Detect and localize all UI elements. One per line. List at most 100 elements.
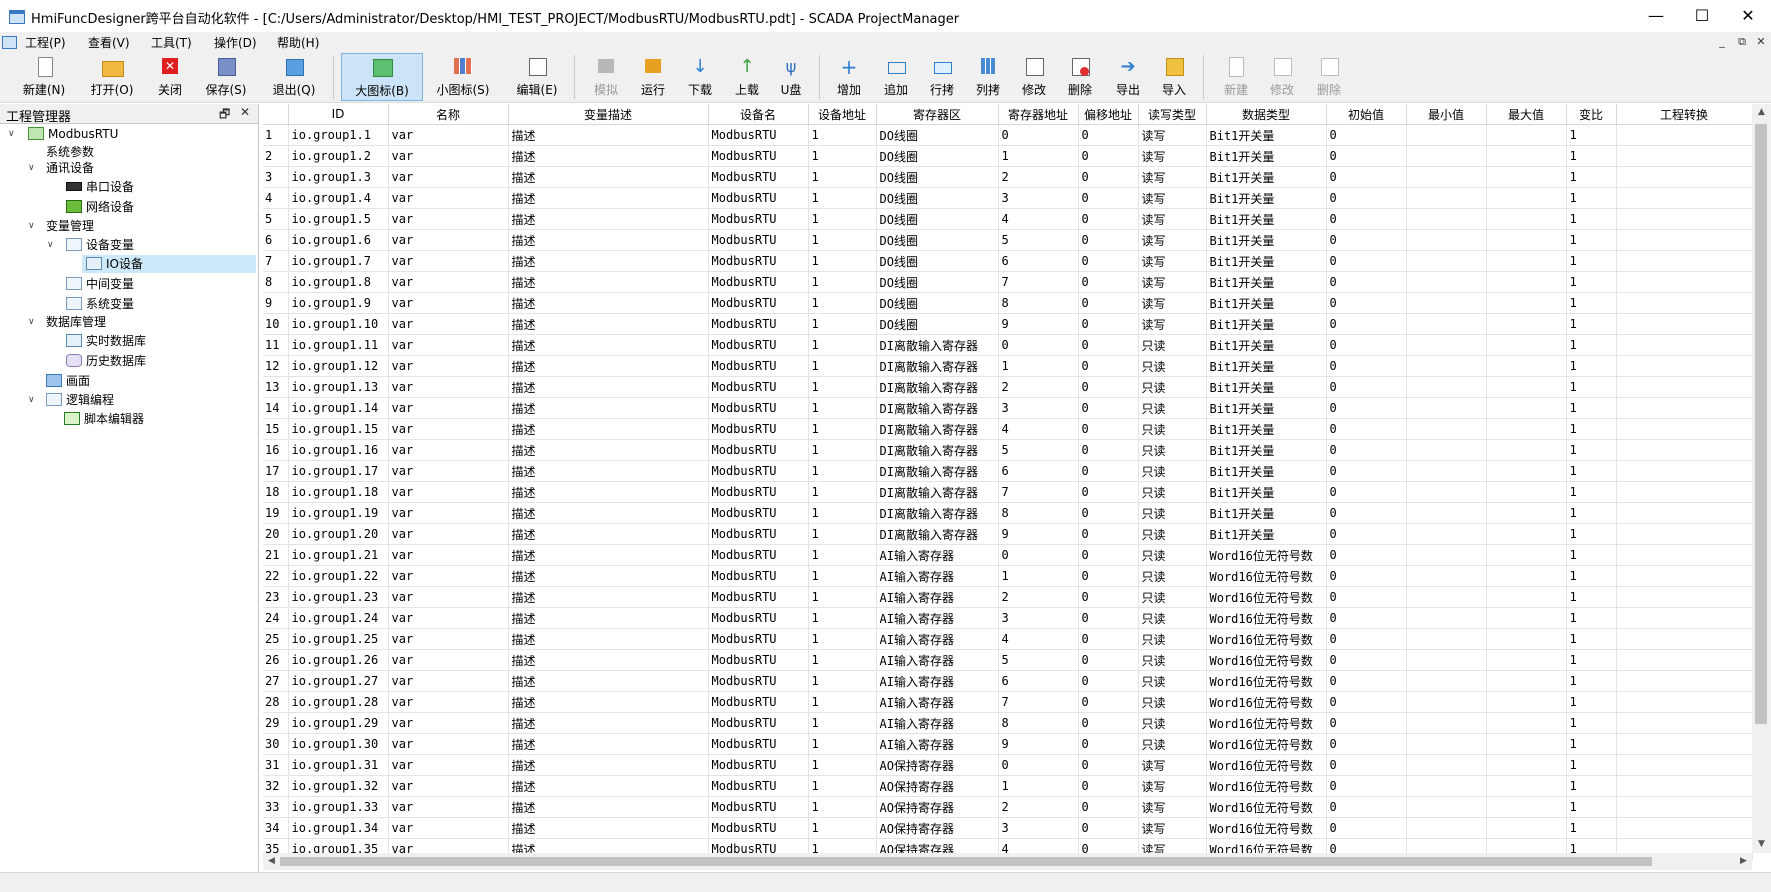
table-cell[interactable]: 0 bbox=[1078, 334, 1139, 356]
table-cell[interactable]: io.group1.12 bbox=[288, 355, 389, 377]
table-cell[interactable] bbox=[1406, 691, 1487, 713]
column-header[interactable]: 偏移地址 bbox=[1078, 104, 1139, 125]
table-cell[interactable]: 1 bbox=[808, 691, 877, 713]
table-cell[interactable]: 0 bbox=[1078, 187, 1139, 209]
table-cell[interactable] bbox=[1486, 145, 1567, 167]
table-cell[interactable]: ModbusRTU bbox=[708, 628, 809, 650]
expand-twisty-icon[interactable]: ∨ bbox=[28, 217, 35, 235]
table-cell[interactable]: Bit1开关量 bbox=[1206, 187, 1327, 209]
table-cell[interactable] bbox=[1486, 670, 1567, 692]
table-cell[interactable]: Bit1开关量 bbox=[1206, 439, 1327, 461]
table-cell[interactable]: 0 bbox=[1078, 733, 1139, 755]
table-cell[interactable] bbox=[1406, 586, 1487, 608]
table-cell[interactable]: 1 bbox=[808, 565, 877, 587]
table-cell[interactable] bbox=[1486, 586, 1567, 608]
table-cell[interactable] bbox=[1406, 565, 1487, 587]
table-cell[interactable]: 1 bbox=[998, 145, 1079, 167]
table-cell[interactable]: io.group1.32 bbox=[288, 775, 389, 797]
simulate-button[interactable]: 模拟 bbox=[584, 53, 628, 101]
table-cell[interactable]: 1 bbox=[1566, 670, 1617, 692]
table-cell[interactable]: 描述 bbox=[508, 271, 709, 293]
table-cell[interactable]: 0 bbox=[1326, 292, 1407, 314]
table-row[interactable]: 33 io.group1.33 var 描述 ModbusRTU 1 AO保持寄存器 2 0 读写… bbox=[263, 796, 1753, 818]
table-cell[interactable] bbox=[1616, 691, 1753, 713]
table-cell[interactable]: io.group1.11 bbox=[288, 334, 389, 356]
table-row[interactable]: 10 io.group1.10 var 描述 ModbusRTU 1 DO线圈 9 0 读写 Bit… bbox=[263, 313, 1753, 335]
tree-node-device-variables[interactable]: ∨ 设备变量 bbox=[0, 236, 258, 254]
table-cell[interactable]: 0 bbox=[998, 124, 1079, 146]
table-cell[interactable]: DI离散输入寄存器 bbox=[876, 502, 999, 524]
expand-twisty-icon[interactable]: ∨ bbox=[8, 125, 15, 143]
table-cell[interactable]: Word16位无符号数 bbox=[1206, 670, 1327, 692]
delete-item-button[interactable]: 删除 bbox=[1307, 53, 1351, 101]
table-cell[interactable]: 0 bbox=[1078, 712, 1139, 734]
panel-float-button[interactable]: 🗗 bbox=[219, 105, 230, 126]
table-cell[interactable]: 0 bbox=[998, 754, 1079, 776]
table-cell[interactable]: io.group1.29 bbox=[288, 712, 389, 734]
table-cell[interactable] bbox=[1406, 145, 1487, 167]
table-cell[interactable] bbox=[1406, 523, 1487, 545]
table-cell[interactable]: AI输入寄存器 bbox=[876, 649, 999, 671]
table-cell[interactable]: Bit1开关量 bbox=[1206, 355, 1327, 377]
table-cell[interactable]: ModbusRTU bbox=[708, 355, 809, 377]
table-cell[interactable]: 只读 bbox=[1138, 691, 1207, 713]
table-cell[interactable]: 1 bbox=[1566, 565, 1617, 587]
table-cell[interactable] bbox=[1616, 313, 1753, 335]
table-cell[interactable]: 只读 bbox=[1138, 502, 1207, 524]
exit-button[interactable]: 退出(Q) bbox=[264, 53, 324, 101]
table-cell[interactable]: ModbusRTU bbox=[708, 313, 809, 335]
table-cell[interactable]: 1 bbox=[1566, 397, 1617, 419]
table-cell[interactable]: 1 bbox=[808, 712, 877, 734]
table-cell[interactable]: DO线圈 bbox=[876, 187, 999, 209]
table-cell[interactable] bbox=[1616, 397, 1753, 419]
table-cell[interactable] bbox=[1406, 271, 1487, 293]
table-cell[interactable] bbox=[1486, 817, 1567, 839]
table-cell[interactable]: io.group1.19 bbox=[288, 502, 389, 524]
table-cell[interactable]: 0 bbox=[1078, 208, 1139, 230]
table-cell[interactable]: var bbox=[388, 145, 509, 167]
table-cell[interactable]: 只读 bbox=[1138, 628, 1207, 650]
table-cell[interactable]: 1 bbox=[808, 544, 877, 566]
table-cell[interactable]: 0 bbox=[1078, 628, 1139, 650]
tree-node-screens[interactable]: 画面 bbox=[0, 372, 258, 390]
table-cell[interactable]: 2 bbox=[998, 376, 1079, 398]
table-row[interactable]: 7 io.group1.7 var 描述 ModbusRTU 1 DO线圈 6 0 读写 Bit1开… bbox=[263, 250, 1753, 272]
table-cell[interactable]: 只读 bbox=[1138, 523, 1207, 545]
table-cell[interactable]: 1 bbox=[808, 145, 877, 167]
table-cell[interactable] bbox=[1616, 712, 1753, 734]
save-button[interactable]: 保存(S) bbox=[198, 53, 254, 101]
menu-tools[interactable]: 工具(T) bbox=[151, 34, 192, 51]
table-cell[interactable]: 0 bbox=[1078, 418, 1139, 440]
table-cell[interactable]: io.group1.4 bbox=[288, 187, 389, 209]
table-cell[interactable] bbox=[1406, 397, 1487, 419]
table-cell[interactable]: 1 bbox=[1566, 775, 1617, 797]
table-cell[interactable]: 只读 bbox=[1138, 334, 1207, 356]
table-cell[interactable] bbox=[1616, 355, 1753, 377]
table-cell[interactable]: ModbusRTU bbox=[708, 250, 809, 272]
horizontal-scrollbar[interactable]: ◀ ▶ bbox=[263, 853, 1752, 870]
tree-node-io-device[interactable]: IO设备 bbox=[82, 255, 256, 273]
table-row[interactable]: 26 io.group1.26 var 描述 ModbusRTU 1 AI输入寄存器 5 0 只读… bbox=[263, 649, 1753, 671]
menu-project[interactable]: 工程(P) bbox=[25, 34, 66, 51]
table-cell[interactable]: 描述 bbox=[508, 544, 709, 566]
table-cell[interactable]: 0 bbox=[1326, 397, 1407, 419]
table-cell[interactable]: 6 bbox=[998, 250, 1079, 272]
table-cell[interactable]: io.group1.22 bbox=[288, 565, 389, 587]
table-cell[interactable]: 1 bbox=[1566, 418, 1617, 440]
table-cell[interactable]: io.group1.9 bbox=[288, 292, 389, 314]
table-cell[interactable]: 描述 bbox=[508, 691, 709, 713]
table-cell[interactable]: io.group1.26 bbox=[288, 649, 389, 671]
table-cell[interactable]: 读写 bbox=[1138, 775, 1207, 797]
tree-node-comm-devices[interactable]: ∨ 通讯设备 bbox=[0, 159, 258, 177]
table-cell[interactable] bbox=[1486, 691, 1567, 713]
tree-node-history-db[interactable]: 历史数据库 bbox=[0, 352, 258, 370]
table-cell[interactable]: 1 bbox=[1566, 796, 1617, 818]
table-row[interactable]: 12 io.group1.12 var 描述 ModbusRTU 1 DI离散输入寄存器 1 0… bbox=[263, 355, 1753, 377]
table-cell[interactable]: 0 bbox=[1078, 145, 1139, 167]
column-header[interactable]: 变量描述 bbox=[508, 104, 709, 125]
scroll-right-icon[interactable]: ▶ bbox=[1735, 853, 1752, 870]
table-cell[interactable]: Bit1开关量 bbox=[1206, 376, 1327, 398]
table-cell[interactable]: Word16位无符号数 bbox=[1206, 733, 1327, 755]
table-cell[interactable] bbox=[1486, 229, 1567, 251]
table-cell[interactable]: AI输入寄存器 bbox=[876, 544, 999, 566]
